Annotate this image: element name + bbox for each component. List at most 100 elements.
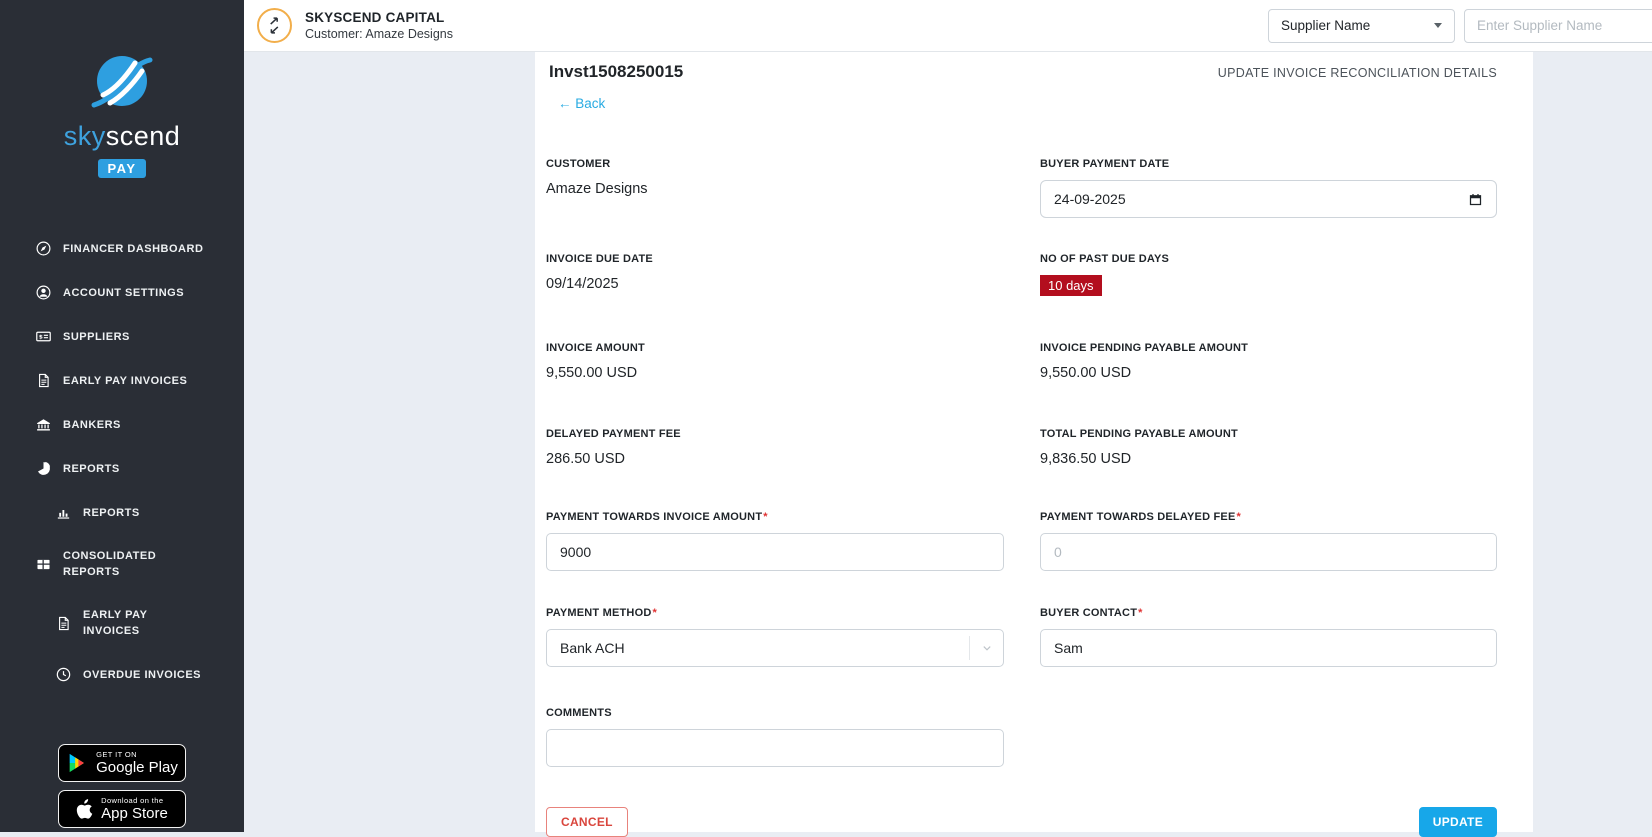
payment-method-value: Bank ACH [560,640,625,656]
company-title: SKYSCEND CAPITAL [305,10,445,25]
back-link[interactable]: ← Back [558,96,605,111]
invoice-due-date-label: INVOICE DUE DATE [546,253,653,265]
sidebar-item-account-settings[interactable]: ACCOUNT SETTINGS [0,284,244,301]
buyer-contact-input[interactable] [1040,629,1497,667]
past-due-days-badge: 10 days [1040,275,1102,296]
pie-chart-icon [35,460,52,477]
field-invoice-amount: INVOICE AMOUNT 9,550.00 USD [546,341,1004,383]
buyer-contact-label: BUYER CONTACT [1040,607,1138,619]
reconciliation-form: CUSTOMER Amaze Designs BUYER PAYMENT DAT… [546,157,1497,837]
supplier-filter-value: Supplier Name [1281,18,1371,33]
required-asterisk: * [652,607,657,619]
chevron-down-icon [969,636,1003,660]
sidebar-item-financer-dashboard[interactable]: FINANCER DASHBOARD [0,240,244,257]
field-comments: COMMENTS [546,706,1004,767]
required-asterisk: * [1138,607,1143,619]
store-badges: GET IT ON Google Play Download on the Ap… [0,744,244,828]
comments-input[interactable] [546,729,1004,767]
sidebar-item-label: SUPPLIERS [63,330,130,343]
total-pending-payable-value: 9,836.50 USD [1040,451,1132,467]
sidebar-item-reports-sub[interactable]: REPORTS [0,504,244,521]
customer-value: Amaze Designs [546,181,648,197]
app-store-label: App Store [101,805,168,823]
buyer-payment-date-label: BUYER PAYMENT DATE [1040,158,1170,170]
past-due-days-label: NO OF PAST DUE DAYS [1040,253,1170,265]
total-pending-payable-label: TOTAL PENDING PAYABLE AMOUNT [1040,428,1238,440]
supplier-filter-select[interactable]: Supplier Name [1268,8,1455,43]
bar-chart-icon [55,504,72,521]
google-play-icon [69,753,85,773]
field-buyer-contact: BUYER CONTACT* [1040,606,1497,667]
field-delayed-payment-fee: DELAYED PAYMENT FEE 286.50 USD [546,427,1004,469]
invoice-pending-payable-label: INVOICE PENDING PAYABLE AMOUNT [1040,342,1249,354]
apple-icon [76,798,93,819]
update-button[interactable]: UPDATE [1418,807,1497,837]
payment-method-select[interactable]: Bank ACH [546,629,1004,667]
payment-towards-delayed-fee-input[interactable] [1040,533,1497,571]
required-asterisk: * [763,511,768,523]
sidebar: skyscend PAY FINANCER DASHBOARD ACCOUNT … [0,0,244,832]
table-grid-icon [35,556,52,573]
comments-label: COMMENTS [546,707,612,719]
delayed-payment-fee-value: 286.50 USD [546,451,625,467]
field-payment-towards-invoice: PAYMENT TOWARDS INVOICE AMOUNT* [546,510,1004,571]
bank-icon [35,416,52,433]
invoice-amount-value: 9,550.00 USD [546,365,638,381]
invoice-amount-label: INVOICE AMOUNT [546,342,645,354]
brand-name: skyscend [63,121,181,151]
skyscend-logo: skyscend PAY [0,54,244,178]
calendar-icon[interactable] [1468,192,1483,207]
supplier-search-input[interactable] [1464,8,1652,43]
sidebar-item-bankers[interactable]: BANKERS [0,416,244,433]
sidebar-item-reports[interactable]: REPORTS [0,460,244,477]
field-past-due-days: NO OF PAST DUE DAYS 10 days [1040,252,1497,296]
top-header: SKYSCEND CAPITAL Customer: Amaze Designs… [244,0,1652,52]
skyscend-swoosh-icon [91,56,153,108]
sidebar-item-label: REPORTS [63,462,120,475]
invoice-file-icon [55,615,72,632]
sidebar-item-label: ACCOUNT SETTINGS [63,286,185,299]
section-title: UPDATE INVOICE RECONCILIATION DETAILS [1217,66,1497,80]
pay-badge: PAY [98,159,146,178]
field-invoice-due-date: INVOICE DUE DATE 09/14/2025 [546,252,1004,296]
sidebar-item-label: OVERDUE INVOICES [83,668,202,681]
cancel-button[interactable]: CANCEL [546,807,628,837]
invoice-pending-payable-value: 9,550.00 USD [1040,365,1132,381]
transfer-toggle-icon[interactable] [257,8,292,43]
content-area: Invst1508250015 UPDATE INVOICE RECONCILI… [244,52,1652,837]
sidebar-item-label: EARLY PAY INVOICES [83,609,148,637]
app-store-tagline: Download on the [101,795,164,805]
reconciliation-card: Invst1508250015 UPDATE INVOICE RECONCILI… [535,52,1533,837]
invoice-file-icon [35,372,52,389]
payment-method-label: PAYMENT METHOD [546,607,652,619]
field-total-pending-payable: TOTAL PENDING PAYABLE AMOUNT 9,836.50 US… [1040,427,1497,469]
field-payment-towards-delayed-fee: PAYMENT TOWARDS DELAYED FEE* [1040,510,1497,571]
user-circle-icon [35,284,52,301]
sidebar-item-label: EARLY PAY INVOICES [63,374,188,387]
field-customer: CUSTOMER Amaze Designs [546,157,1004,218]
sidebar-item-overdue-invoices[interactable]: OVERDUE INVOICES [0,666,244,683]
required-asterisk: * [1236,511,1241,523]
page-title: Invst1508250015 [549,62,684,81]
delayed-payment-fee-label: DELAYED PAYMENT FEE [546,428,681,440]
sidebar-item-early-pay-invoices-sub[interactable]: EARLY PAY INVOICES [0,607,244,639]
payment-towards-invoice-input[interactable] [546,533,1004,571]
sidebar-item-suppliers[interactable]: $ SUPPLIERS [0,328,244,345]
sidebar-item-label: REPORTS [83,506,140,519]
field-invoice-pending-payable: INVOICE PENDING PAYABLE AMOUNT 9,550.00 … [1040,341,1497,383]
supplier-card-icon: $ [35,328,52,345]
sidebar-item-label: CONSOLIDATED REPORTS [63,550,157,578]
app-store-badge[interactable]: Download on the App Store [58,790,186,828]
field-buyer-payment-date: BUYER PAYMENT DATE 24-09-2025 [1040,157,1497,218]
chevron-down-icon [1434,23,1442,28]
customer-subtitle: Customer: Amaze Designs [305,27,453,41]
buyer-payment-date-value: 24-09-2025 [1054,191,1126,207]
sidebar-item-consolidated-reports[interactable]: CONSOLIDATED REPORTS [0,548,244,580]
google-play-badge[interactable]: GET IT ON Google Play [58,744,186,782]
payment-towards-delayed-fee-label: PAYMENT TOWARDS DELAYED FEE [1040,511,1236,523]
sidebar-item-early-pay-invoices[interactable]: EARLY PAY INVOICES [0,372,244,389]
compass-icon [35,240,52,257]
customer-label: CUSTOMER [546,158,611,170]
buyer-payment-date-input[interactable]: 24-09-2025 [1040,180,1497,218]
payment-towards-invoice-label: PAYMENT TOWARDS INVOICE AMOUNT [546,511,763,523]
